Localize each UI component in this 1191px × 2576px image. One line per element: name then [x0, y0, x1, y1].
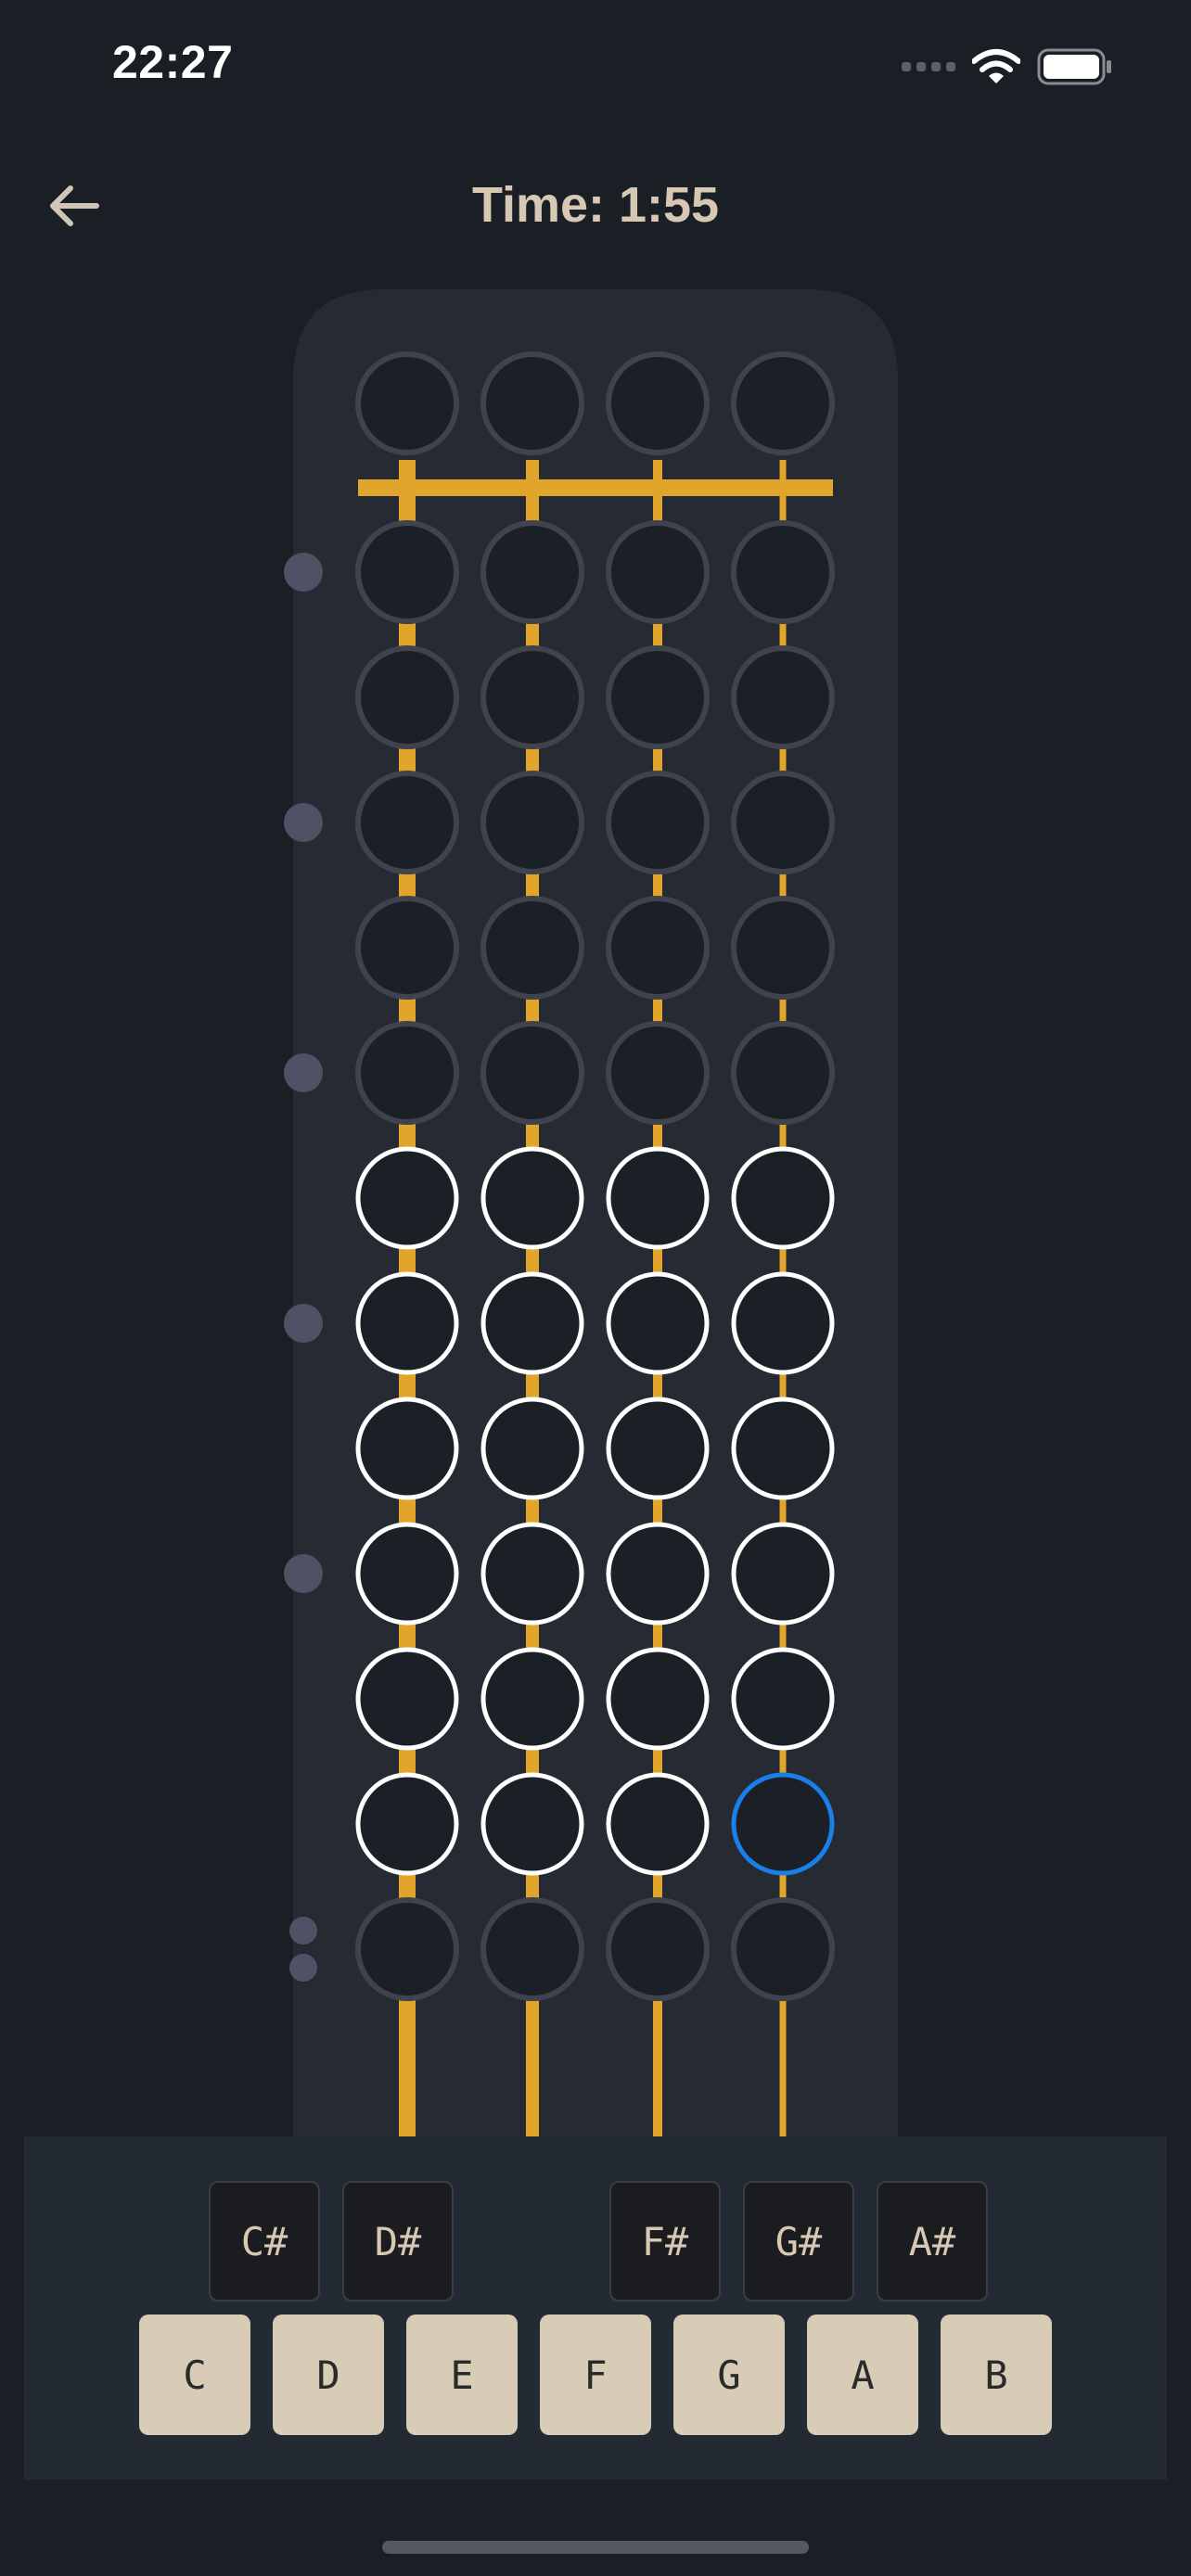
fret-10-string-4-note[interactable] — [731, 1647, 835, 1751]
fret-7-string-1-note[interactable] — [355, 1271, 459, 1375]
fret-11-string-4-note[interactable] — [731, 1772, 835, 1876]
key-f-sharp[interactable]: F# — [609, 2181, 721, 2302]
fret-12-string-4-note[interactable] — [731, 1897, 835, 2001]
fret-7-string-3-note[interactable] — [606, 1271, 710, 1375]
fret-2-string-1-note[interactable] — [355, 645, 459, 749]
fret-4-string-1-note[interactable] — [355, 896, 459, 1000]
fret-3-string-4-note[interactable] — [731, 771, 835, 874]
fret-6-string-1-note[interactable] — [355, 1146, 459, 1250]
fret-8-string-4-note[interactable] — [731, 1396, 835, 1500]
fret-8-string-2-note[interactable] — [480, 1396, 584, 1500]
key-g-sharp[interactable]: G# — [743, 2181, 854, 2302]
nut — [358, 479, 833, 496]
fret-2-string-2-note[interactable] — [480, 645, 584, 749]
home-indicator — [382, 2541, 809, 2554]
fret-7-string-4-note[interactable] — [731, 1271, 835, 1375]
fret-4-string-3-note[interactable] — [606, 896, 710, 1000]
key-d-sharp[interactable]: D# — [342, 2181, 454, 2302]
fret-11-string-2-note[interactable] — [480, 1772, 584, 1876]
fret-1-string-1-note[interactable] — [355, 520, 459, 624]
fret-7-string-2-note[interactable] — [480, 1271, 584, 1375]
fret-8-string-3-note[interactable] — [606, 1396, 710, 1500]
key-g[interactable]: G — [673, 2315, 785, 2435]
inlay-dot-fret-9 — [284, 1554, 323, 1593]
inlay-dot-fret-5 — [284, 1053, 323, 1092]
fret-9-string-3-note[interactable] — [606, 1522, 710, 1626]
fret-3-string-3-note[interactable] — [606, 771, 710, 874]
inlay-dot-fret-1 — [284, 553, 323, 592]
fret-5-string-4-note[interactable] — [731, 1021, 835, 1125]
fret-10-string-3-note[interactable] — [606, 1647, 710, 1751]
open-string-note-3[interactable] — [606, 351, 710, 455]
fret-5-string-2-note[interactable] — [480, 1021, 584, 1125]
fret-5-string-1-note[interactable] — [355, 1021, 459, 1125]
fret-4-string-4-note[interactable] — [731, 896, 835, 1000]
key-a-sharp[interactable]: A# — [877, 2181, 988, 2302]
fret-8-string-1-note[interactable] — [355, 1396, 459, 1500]
fret-6-string-4-note[interactable] — [731, 1146, 835, 1250]
key-f[interactable]: F — [540, 2315, 651, 2435]
fret-2-string-3-note[interactable] — [606, 645, 710, 749]
inlay-dot-fret-3 — [284, 803, 323, 842]
key-e[interactable]: E — [406, 2315, 518, 2435]
key-d[interactable]: D — [273, 2315, 384, 2435]
fret-1-string-4-note[interactable] — [731, 520, 835, 624]
fret-2-string-4-note[interactable] — [731, 645, 835, 749]
fret-6-string-3-note[interactable] — [606, 1146, 710, 1250]
fret-9-string-2-note[interactable] — [480, 1522, 584, 1626]
fret-12-string-2-note[interactable] — [480, 1897, 584, 2001]
open-string-note-1[interactable] — [355, 351, 459, 455]
fret-12-string-3-note[interactable] — [606, 1897, 710, 2001]
fret-4-string-2-note[interactable] — [480, 896, 584, 1000]
inlay-dot-fret-7 — [284, 1304, 323, 1343]
open-string-note-2[interactable] — [480, 351, 584, 455]
key-b[interactable]: B — [941, 2315, 1052, 2435]
fret-9-string-4-note[interactable] — [731, 1522, 835, 1626]
fret-9-string-1-note[interactable] — [355, 1522, 459, 1626]
fret-10-string-1-note[interactable] — [355, 1647, 459, 1751]
inlay-dot-fret-12-b — [289, 1954, 317, 1982]
fret-3-string-1-note[interactable] — [355, 771, 459, 874]
key-c-sharp[interactable]: C# — [209, 2181, 320, 2302]
inlay-dot-fret-12-a — [289, 1917, 317, 1945]
fret-1-string-2-note[interactable] — [480, 520, 584, 624]
key-a[interactable]: A — [807, 2315, 918, 2435]
fret-5-string-3-note[interactable] — [606, 1021, 710, 1125]
fret-11-string-3-note[interactable] — [606, 1772, 710, 1876]
fret-12-string-1-note[interactable] — [355, 1897, 459, 2001]
open-string-note-4[interactable] — [731, 351, 835, 455]
fret-6-string-2-note[interactable] — [480, 1146, 584, 1250]
fret-1-string-3-note[interactable] — [606, 520, 710, 624]
key-c[interactable]: C — [139, 2315, 250, 2435]
fret-3-string-2-note[interactable] — [480, 771, 584, 874]
fret-10-string-2-note[interactable] — [480, 1647, 584, 1751]
fret-11-string-1-note[interactable] — [355, 1772, 459, 1876]
